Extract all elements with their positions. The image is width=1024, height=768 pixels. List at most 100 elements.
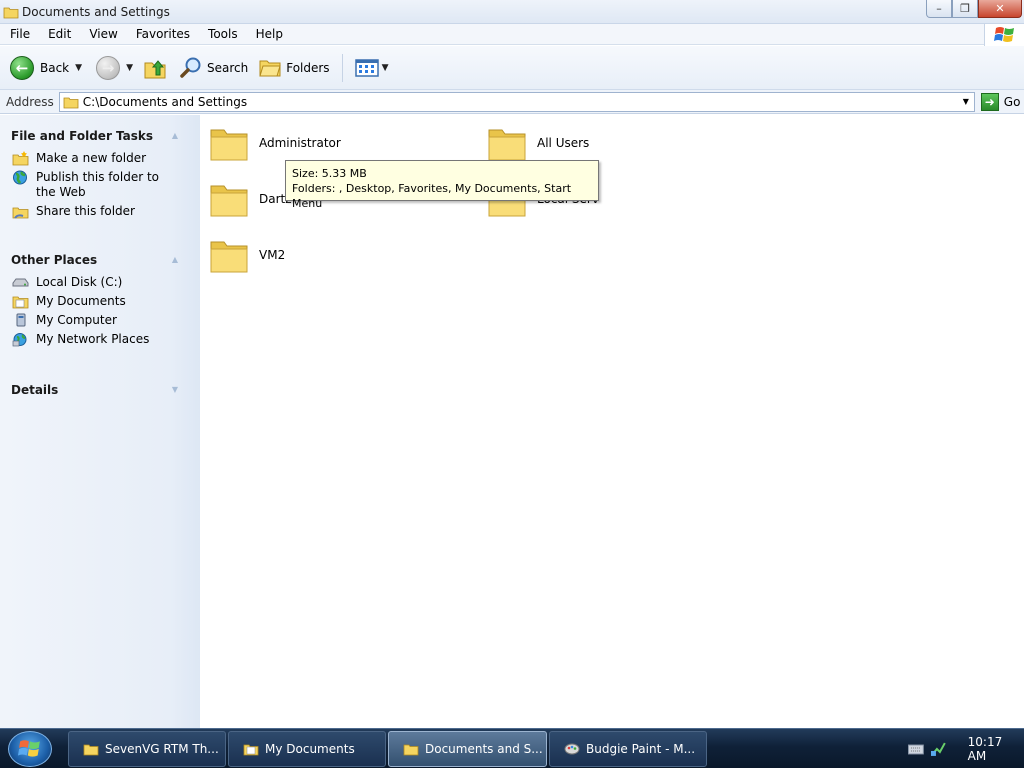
taskbar-label: Documents and S... <box>425 742 543 756</box>
windows-logo-icon <box>993 27 1014 42</box>
taskbar-button-documents-and-settings[interactable]: Documents and S... <box>388 731 547 767</box>
section-title: Other Places <box>11 253 98 267</box>
folder-label: Administrator <box>259 136 341 150</box>
start-button[interactable] <box>8 731 52 767</box>
keyboard-icon[interactable] <box>908 743 924 755</box>
menu-view[interactable]: View <box>79 24 125 45</box>
views-dropdown-icon[interactable]: ▼ <box>382 63 389 73</box>
menu-file[interactable]: File <box>0 24 38 45</box>
task-label: Publish this folder to the Web <box>36 170 159 199</box>
folder-item-vm2[interactable]: VM2 <box>209 236 285 274</box>
file-folder-tasks-header[interactable]: File and Folder Tasks ▲ <box>0 125 200 147</box>
minimize-button[interactable]: – <box>926 0 952 18</box>
folder-icon <box>210 241 248 273</box>
folder-icon <box>210 185 248 217</box>
forward-dropdown-icon[interactable]: ▼ <box>126 63 133 73</box>
place-local-disk[interactable]: Local Disk (C:) <box>0 275 200 290</box>
task-label: Share this folder <box>36 204 135 218</box>
section-title: File and Folder Tasks <box>11 129 154 143</box>
toolbar-separator <box>341 53 343 82</box>
task-pane: File and Folder Tasks ▲ Make a new folde… <box>0 115 200 728</box>
title-bar[interactable]: Documents and Settings – ❐ ✕ <box>0 0 1024 24</box>
globe-icon <box>13 170 27 185</box>
menu-favorites[interactable]: Favorites <box>126 24 198 45</box>
folder-icon <box>83 744 99 756</box>
taskbar-button-my-documents[interactable]: My Documents <box>228 731 386 767</box>
address-field[interactable]: C:\Documents and Settings ▼ <box>58 91 975 112</box>
place-my-computer[interactable]: My Computer <box>0 313 200 328</box>
expand-chevron-icon[interactable]: ▼ <box>168 383 182 397</box>
folder-item-dartz[interactable]: Dartz <box>209 180 292 218</box>
place-my-network-places[interactable]: My Network Places <box>0 332 200 347</box>
taskbar-label: Budgie Paint - M... <box>586 742 696 756</box>
search-button[interactable]: Search <box>175 52 252 84</box>
folder-icon <box>488 129 526 161</box>
tooltip-size: Size: 5.33 MB <box>292 167 367 180</box>
folder-label: All Users <box>537 136 590 150</box>
windows-logo-icon <box>18 740 40 757</box>
folder-item-all-users[interactable]: All Users <box>487 124 589 162</box>
menu-help[interactable]: Help <box>246 24 291 45</box>
search-icon <box>180 57 201 78</box>
close-button[interactable]: ✕ <box>978 0 1022 18</box>
place-my-documents[interactable]: My Documents <box>0 294 200 309</box>
file-folder-tasks-section: File and Folder Tasks ▲ Make a new folde… <box>0 125 200 219</box>
up-folder-button[interactable] <box>139 52 171 84</box>
folder-icon <box>63 97 79 108</box>
share-folder-icon <box>12 207 29 219</box>
folders-label: Folders <box>286 60 330 75</box>
new-folder-icon <box>12 151 29 166</box>
window-title: Documents and Settings <box>22 4 170 19</box>
folder-icon <box>210 129 248 161</box>
back-arrow-icon: ← <box>10 55 34 80</box>
go-button[interactable]: ➜ Go <box>980 92 1020 111</box>
details-section: Details ▼ <box>0 379 200 401</box>
network-places-icon <box>12 333 27 347</box>
folder-label: VM2 <box>259 248 286 262</box>
task-make-new-folder[interactable]: Make a new folder <box>0 151 200 166</box>
collapse-chevron-icon[interactable]: ▲ <box>168 129 182 143</box>
menu-edit[interactable]: Edit <box>38 24 79 45</box>
place-label: Local Disk (C:) <box>36 275 123 289</box>
hard-drive-icon <box>12 278 29 287</box>
views-button[interactable]: ▼ <box>351 52 393 84</box>
windows-flag-logo <box>984 24 1024 46</box>
network-status-icon[interactable] <box>930 741 946 757</box>
tooltip-folders: Folders: , Desktop, Favorites, My Docume… <box>292 182 572 210</box>
collapse-chevron-icon[interactable]: ▲ <box>168 253 182 267</box>
address-label: Address <box>6 94 54 109</box>
search-label: Search <box>206 60 249 75</box>
my-documents-icon <box>12 296 29 309</box>
folder-item-administrator[interactable]: Administrator <box>209 124 341 162</box>
back-label: Back <box>40 60 70 75</box>
folder-icon <box>3 7 19 18</box>
paint-icon <box>564 743 580 755</box>
forward-arrow-icon: → <box>96 55 121 80</box>
taskbar-label: SevenVG RTM Th... <box>105 742 219 756</box>
task-share-folder[interactable]: Share this folder <box>0 204 200 219</box>
forward-button[interactable]: → ▼ <box>92 52 137 84</box>
details-header[interactable]: Details ▼ <box>0 379 200 401</box>
place-label: My Computer <box>36 313 117 327</box>
folders-button[interactable]: Folders <box>254 52 333 84</box>
place-label: My Documents <box>36 294 126 308</box>
clock[interactable]: 10:17 AM <box>968 735 1024 763</box>
other-places-header[interactable]: Other Places ▲ <box>0 249 200 271</box>
folder-icon <box>403 744 419 756</box>
task-publish-folder[interactable]: Publish this folder to the Web <box>0 170 200 200</box>
views-icon <box>354 58 379 77</box>
explorer-window: Documents and Settings – ❐ ✕ File Edit V… <box>0 0 1024 728</box>
maximize-button[interactable]: ❐ <box>952 0 978 18</box>
back-dropdown-icon[interactable]: ▼ <box>75 63 82 73</box>
address-value: C:\Documents and Settings <box>82 94 248 109</box>
taskbar-label: My Documents <box>265 742 355 756</box>
back-button[interactable]: ← Back ▼ <box>6 52 86 84</box>
taskbar-button-sevenvg[interactable]: SevenVG RTM Th... <box>68 731 226 767</box>
address-dropdown-icon[interactable]: ▼ <box>958 93 974 111</box>
up-folder-icon <box>144 59 166 78</box>
other-places-section: Other Places ▲ Local Disk (C:) My Docume… <box>0 249 200 347</box>
menu-tools[interactable]: Tools <box>198 24 246 45</box>
place-label: My Network Places <box>36 332 150 346</box>
address-bar: Address C:\Documents and Settings ▼ ➜ Go <box>0 90 1024 114</box>
taskbar-button-budgie-paint[interactable]: Budgie Paint - M... <box>549 731 707 767</box>
